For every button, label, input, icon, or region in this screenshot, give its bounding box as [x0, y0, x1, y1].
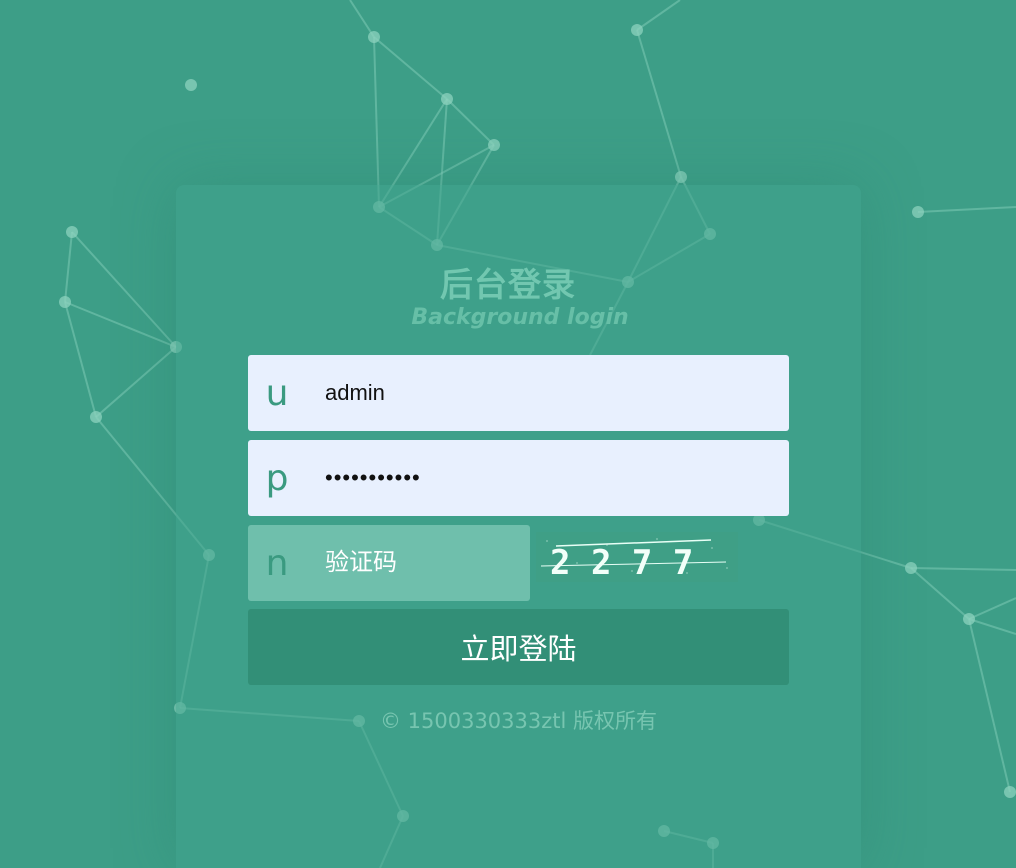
captcha-input[interactable] — [306, 548, 517, 578]
copyright-text: © 1500330333ztl 版权所有 — [379, 709, 658, 733]
page-title: 后台登录 — [440, 265, 576, 304]
captcha-prefix-label: n — [265, 542, 289, 584]
password-prefix-label: p — [265, 457, 289, 499]
captcha-field[interactable]: n — [248, 525, 530, 601]
username-field[interactable]: u — [248, 355, 789, 431]
username-input[interactable] — [306, 379, 767, 407]
password-field[interactable]: p — [248, 440, 789, 516]
password-input[interactable] — [306, 464, 767, 492]
captcha-image[interactable]: 2 2 7 7 — [536, 532, 738, 582]
username-prefix-label: u — [265, 372, 289, 414]
login-button[interactable]: 立即登陆 — [248, 609, 789, 685]
page-subtitle: Background login — [411, 305, 629, 330]
captcha-text: 2 2 7 7 — [550, 543, 693, 582]
